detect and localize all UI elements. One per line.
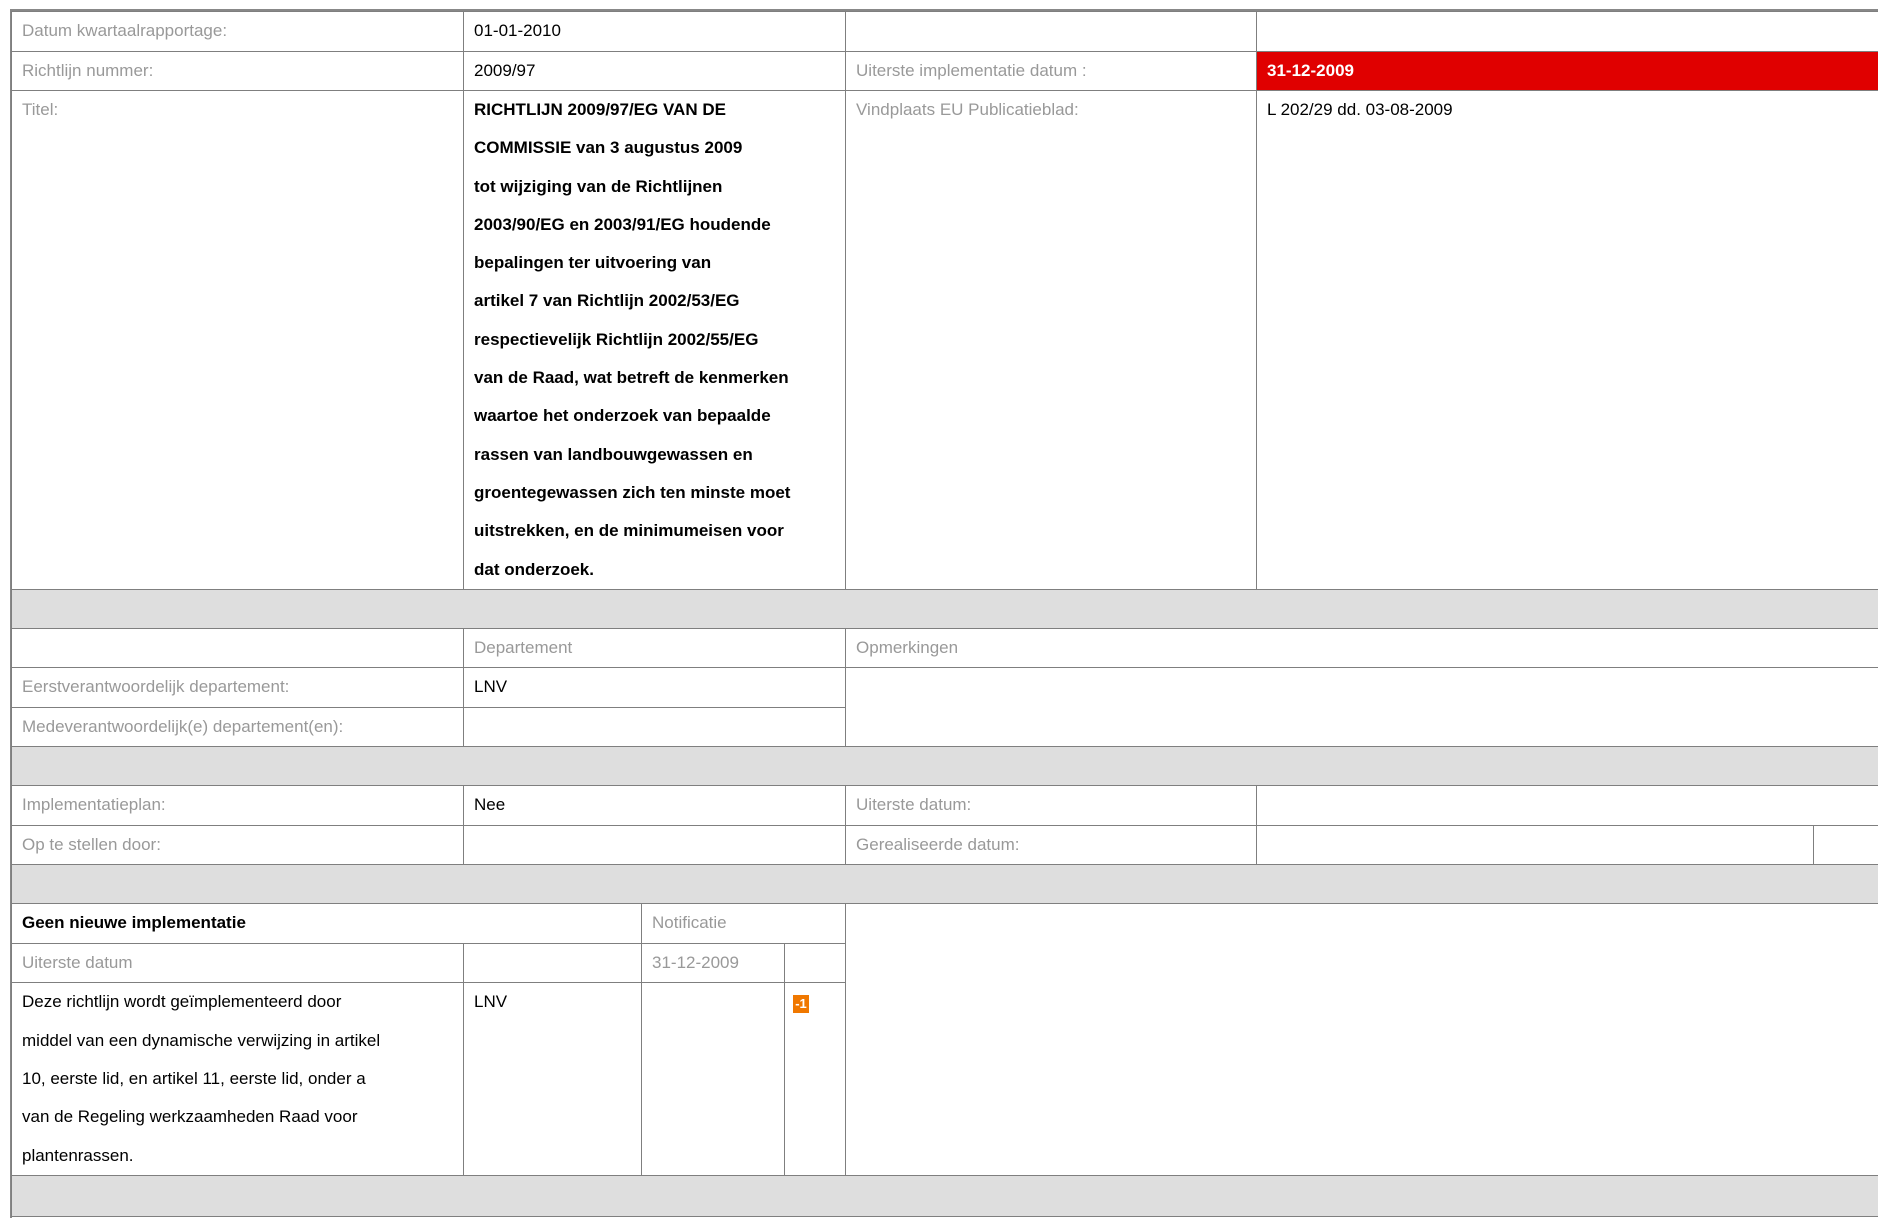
titel-label: Titel: — [11, 90, 464, 590]
separator — [10, 1174, 1878, 1217]
row-datum: Datum kwartaalrapportage: 01-01-2010 — [11, 11, 1878, 52]
description-line: plantenrassen. — [22, 1145, 134, 1165]
titel-line: bepalingen ter uitvoering van — [474, 253, 712, 273]
opmerkingen-cell — [845, 667, 1878, 748]
separator — [10, 864, 1878, 905]
titel-lines: RICHTLIJN 2009/97/EG VAN DE COMMISSIE van… — [474, 91, 835, 588]
separator — [10, 746, 1878, 787]
plan-uiterste-label: Uiterste datum: — [845, 785, 1258, 826]
richtlijn-value: 2009/97 — [462, 50, 847, 91]
description-line: middel van een dynamische verwijzing in … — [22, 1030, 381, 1050]
titel-line: RICHTLIJN 2009/97/EG VAN DE — [474, 100, 726, 119]
impl-right-space — [845, 903, 1878, 1176]
empty-cell — [783, 942, 847, 984]
titel-line: van de Raad, wat betreft de kenmerken — [474, 368, 789, 388]
titel-line: COMMISSIE van 3 augustus 2009 — [474, 138, 743, 158]
separator-row — [10, 746, 1878, 787]
impl-uiterste-label: Uiterste datum — [11, 942, 464, 984]
empty-cell — [11, 627, 464, 669]
report-frame: Datum kwartaalrapportage: 01-01-2010 Ric… — [0, 0, 1878, 1218]
datum-value: 01-01-2010 — [462, 11, 847, 52]
separator-row — [10, 588, 1878, 629]
opstellen-value — [462, 824, 847, 866]
empty-cell — [641, 982, 785, 1176]
datum-label: Datum kwartaalrapportage: — [11, 11, 464, 52]
separator-row — [10, 864, 1878, 905]
vindplaats-label: Vindplaats EU Publicatieblad: — [845, 90, 1258, 590]
row-eerst: Eerstverantwoordelijk departement: LNV — [11, 667, 1878, 748]
titel-line: waartoe het onderzoek van bepaalde — [474, 406, 771, 426]
titel-line: dat onderzoek. — [474, 559, 594, 579]
row-impl: Implementatieplan: Nee Uiterste datum: — [11, 785, 1878, 826]
description-line: van de Regeling werkzaamheden Raad voor — [22, 1107, 358, 1127]
impl-value: Nee — [462, 785, 847, 826]
separator — [10, 588, 1878, 629]
titel-line: tot wijziging van de Richtlijnen — [474, 176, 723, 196]
vindplaats-value: L 202/29 dd. 03-08-2009 — [1256, 90, 1878, 590]
mede-label: Medeverantwoordelijk(e) departement(en): — [11, 706, 464, 748]
row-impl-heading: Geen nieuwe implementatie Notificatie — [11, 903, 1878, 1176]
row-richtlijn: Richtlijn nummer: 2009/97 Uiterste imple… — [11, 50, 1878, 91]
plan-uiterste-value — [1256, 785, 1878, 826]
description-line: 10, eerste lid, en artikel 11, eerste li… — [22, 1068, 366, 1088]
notificatie-label: Notificatie — [640, 903, 847, 944]
titel-line: respectievelijk Richtlijn 2002/55/EG — [474, 329, 759, 349]
impl-label: Implementatieplan: — [11, 785, 464, 826]
opstellen-label: Op te stellen door: — [11, 824, 464, 866]
description-line: Deze richtlijn wordt geïmplementeerd doo… — [22, 992, 342, 1012]
gerealiseerd-value — [1256, 824, 1815, 866]
impl-uiterste-value: 31-12-2009 — [641, 942, 785, 984]
description-lines: Deze richtlijn wordt geïmplementeerd doo… — [22, 984, 453, 1174]
titel-line: uitstrekken, en de minimumeisen voor — [474, 521, 784, 541]
row-titel: Titel: RICHTLIJN 2009/97/EG VAN DE COMMIS… — [11, 90, 1878, 590]
empty-cell — [1813, 824, 1878, 866]
report-table: Datum kwartaalrapportage: 01-01-2010 Ric… — [10, 11, 1878, 1217]
empty-cell — [845, 11, 1258, 52]
eerst-label: Eerstverantwoordelijk departement: — [11, 667, 464, 708]
row-dept-header: Departement Opmerkingen — [11, 627, 1878, 669]
notification-icon[interactable]: -1 — [793, 995, 809, 1014]
empty-cell — [463, 942, 642, 984]
col-opmerkingen: Opmerkingen — [845, 627, 1878, 669]
notification-icon-cell[interactable]: -1 — [783, 982, 847, 1176]
richtlijn-label: Richtlijn nummer: — [11, 50, 464, 91]
eerst-value: LNV — [462, 667, 847, 708]
empty-cell — [1256, 11, 1878, 52]
impl-description: Deze richtlijn wordt geïmplementeerd doo… — [11, 982, 464, 1176]
gerealiseerd-label: Gerealiseerde datum: — [845, 824, 1258, 866]
impl-heading: Geen nieuwe implementatie — [11, 903, 642, 944]
titel-line: rassen van landbouwgewassen en — [474, 444, 753, 464]
mede-value — [462, 706, 847, 748]
impl-department: LNV — [463, 982, 642, 1176]
row-opstellen: Op te stellen door: Gerealiseerde datum: — [11, 824, 1878, 866]
titel-line: groentegewassen zich ten minste moet — [474, 482, 791, 502]
separator-row — [10, 1174, 1878, 1217]
titel-line: artikel 7 van Richtlijn 2002/53/EG — [474, 291, 740, 311]
uiterste-impl-label: Uiterste implementatie datum : — [845, 50, 1258, 91]
uiterste-impl-value: 31-12-2009 — [1256, 50, 1878, 91]
titel-line: 2003/90/EG en 2003/91/EG houdende — [474, 214, 771, 234]
col-departement: Departement — [462, 627, 847, 669]
titel-value: RICHTLIJN 2009/97/EG VAN DE COMMISSIE van… — [462, 90, 847, 590]
